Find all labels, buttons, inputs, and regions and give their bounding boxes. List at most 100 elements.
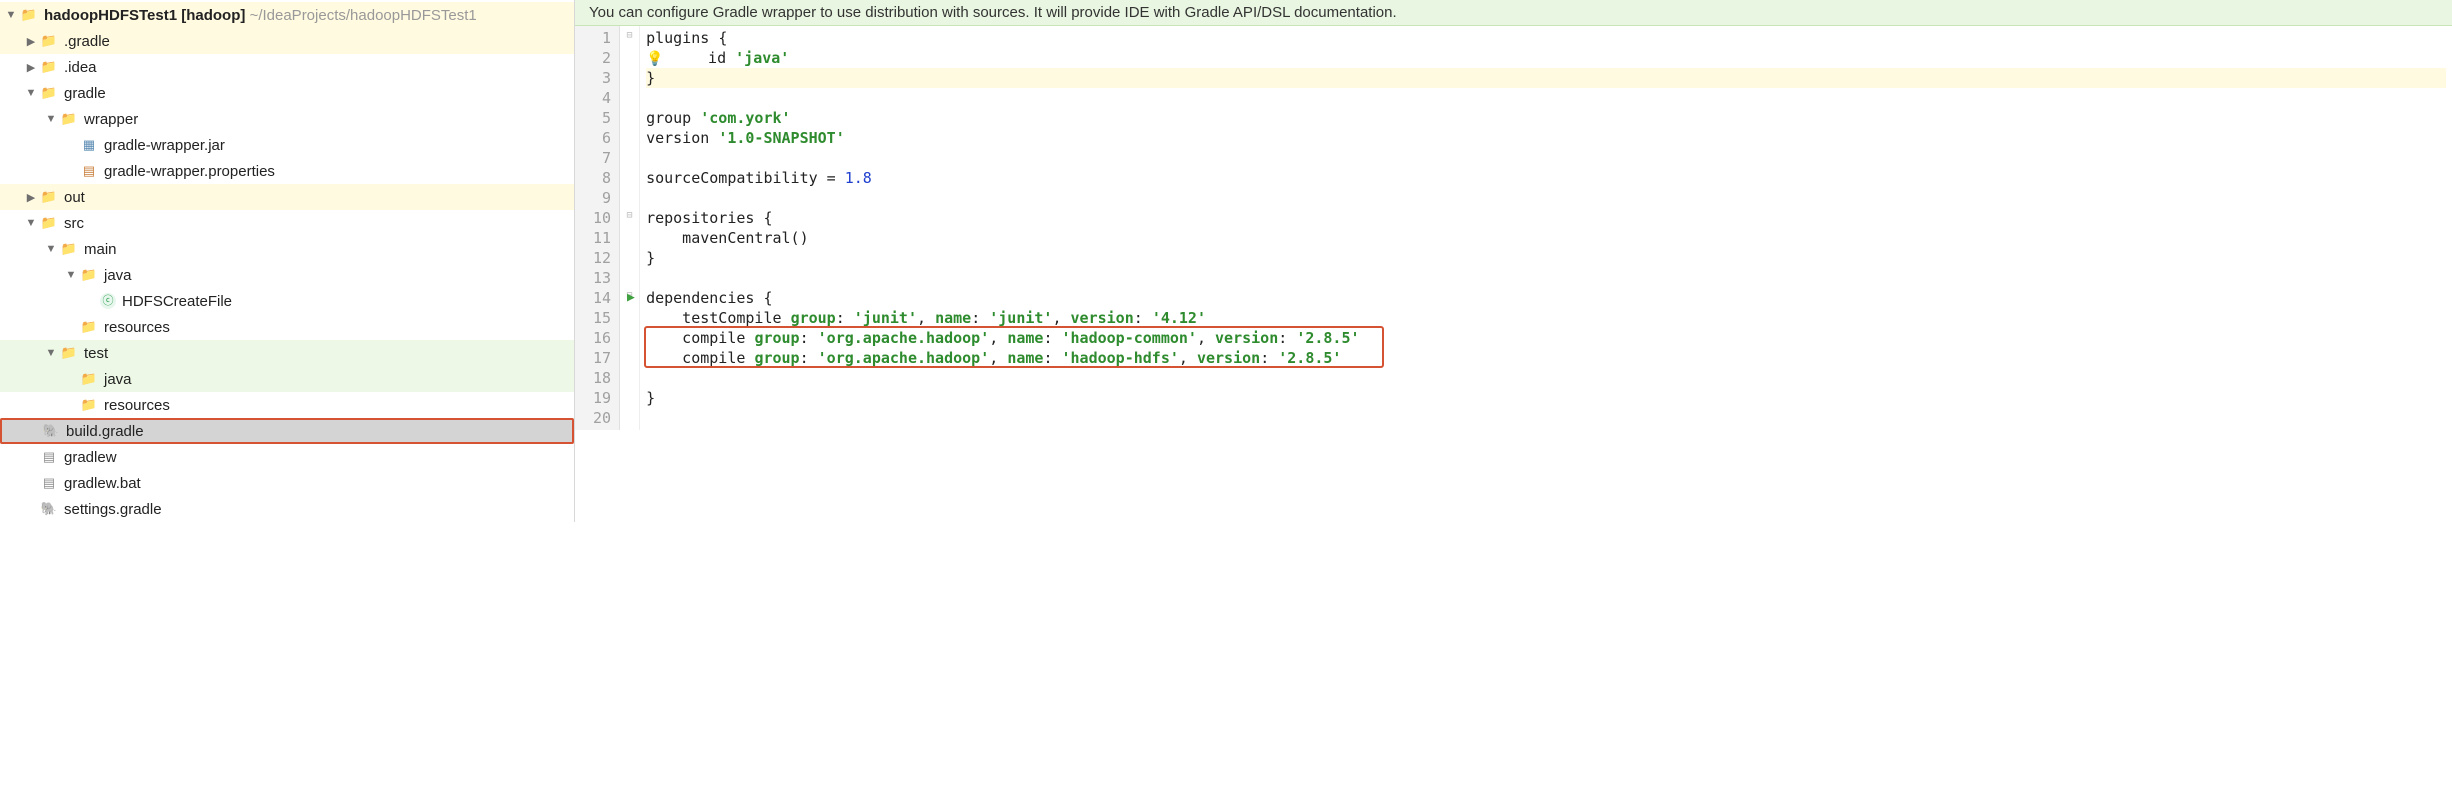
token-plain: }	[646, 69, 655, 87]
chevron-down-icon[interactable]: ▼	[4, 8, 18, 22]
chevron-down-icon[interactable]: ▼	[64, 268, 78, 282]
file-grey-icon: ▤	[40, 474, 58, 492]
tree-label: gradle-wrapper.jar	[104, 137, 225, 154]
code-line[interactable]: }	[646, 68, 2446, 88]
code-line[interactable]	[646, 368, 2446, 388]
code-line[interactable]: plugins {	[646, 28, 2446, 48]
token-plain: ,	[1197, 329, 1215, 347]
code-line[interactable]	[646, 148, 2446, 168]
tree-row-HDFSCreateFile[interactable]: ▶ⓒHDFSCreateFile	[0, 288, 574, 314]
chevron-down-icon[interactable]: ▼	[44, 242, 58, 256]
token-name: group	[754, 349, 799, 367]
folder-grey-icon: 📁	[40, 84, 58, 102]
code-line[interactable]: }	[646, 388, 2446, 408]
line-number: 9	[593, 188, 611, 208]
token-name: group	[754, 329, 799, 347]
code-line[interactable]: mavenCentral()	[646, 228, 2446, 248]
chevron-right-icon[interactable]: ▶	[24, 60, 38, 74]
code-line[interactable]	[646, 88, 2446, 108]
tree-row-resources[interactable]: ▶📁resources	[0, 314, 574, 340]
fold-marker	[620, 406, 639, 426]
code-area[interactable]: 12345678910111213▶14151617181920 ⊟⊟⊟ plu…	[575, 26, 2452, 430]
fold-marker	[620, 46, 639, 66]
tree-row-src[interactable]: ▼📁src	[0, 210, 574, 236]
code-line[interactable]: group 'com.york'	[646, 108, 2446, 128]
tree-row-java[interactable]: ▶📁java	[0, 366, 574, 392]
tree-row-gradlew[interactable]: ▶▤gradlew	[0, 444, 574, 470]
code-line[interactable]	[646, 268, 2446, 288]
code-line[interactable]: 💡 id 'java'	[646, 48, 2446, 68]
line-number: 12	[593, 248, 611, 268]
token-str: 'com.york'	[700, 109, 790, 127]
token-str: 'org.apache.hadoop'	[818, 329, 990, 347]
token-plain: :	[1043, 329, 1061, 347]
token-str: 'org.apache.hadoop'	[818, 349, 990, 367]
tree-label: test	[84, 345, 108, 362]
folder-grey-icon: 📁	[80, 396, 98, 414]
code-line[interactable]: repositories {	[646, 208, 2446, 228]
tree-row-java[interactable]: ▼📁java	[0, 262, 574, 288]
token-plain	[646, 369, 682, 387]
token-plain: sourceCompatibility =	[646, 169, 845, 187]
fold-marker	[620, 146, 639, 166]
code-line[interactable]: sourceCompatibility = 1.8	[646, 168, 2446, 188]
token-plain: ,	[1052, 309, 1070, 327]
code-line[interactable]: testCompile group: 'junit', name: 'junit…	[646, 308, 2446, 328]
code-line[interactable]: compile group: 'org.apache.hadoop', name…	[646, 348, 2446, 368]
line-number: 19	[593, 388, 611, 408]
intention-bulb-icon[interactable]: 💡	[646, 51, 672, 67]
tree-row-.idea[interactable]: ▶📁.idea	[0, 54, 574, 80]
code-line[interactable]: dependencies {	[646, 288, 2446, 308]
tree-row-wrapper[interactable]: ▼📁wrapper	[0, 106, 574, 132]
project-tree[interactable]: ▼📁hadoopHDFSTest1 [hadoop] ~/IdeaProject…	[0, 0, 575, 522]
fold-column[interactable]: ⊟⊟⊟	[620, 26, 640, 430]
code-line[interactable]	[646, 408, 2446, 428]
token-str: 'hadoop-common'	[1062, 329, 1197, 347]
code-line[interactable]: compile group: 'org.apache.hadoop', name…	[646, 328, 2446, 348]
token-name: version	[1071, 309, 1134, 327]
token-str: 'junit'	[989, 309, 1052, 327]
code-body[interactable]: plugins {💡 id 'java'}group 'com.york'ver…	[640, 26, 2452, 430]
tree-row-test[interactable]: ▼📁test	[0, 340, 574, 366]
tree-row-out[interactable]: ▶📁out	[0, 184, 574, 210]
tree-label: java	[104, 267, 132, 284]
tree-label: .gradle	[64, 33, 110, 50]
chevron-right-icon[interactable]: ▶	[24, 190, 38, 204]
line-number: 4	[593, 88, 611, 108]
folder-green-icon: 📁	[80, 370, 98, 388]
tree-row-gradle-wrapper.jar[interactable]: ▶▦gradle-wrapper.jar	[0, 132, 574, 158]
token-str: '1.0-SNAPSHOT'	[718, 129, 844, 147]
run-gutter-icon[interactable]: ▶	[627, 288, 635, 308]
tree-row-gradle[interactable]: ▼📁gradle	[0, 80, 574, 106]
chevron-down-icon[interactable]: ▼	[24, 86, 38, 100]
gradle-banner[interactable]: You can configure Gradle wrapper to use …	[575, 0, 2452, 26]
chevron-down-icon[interactable]: ▼	[44, 346, 58, 360]
token-str: 'junit'	[854, 309, 917, 327]
token-plain: group	[646, 109, 700, 127]
tree-row-main[interactable]: ▼📁main	[0, 236, 574, 262]
code-line[interactable]: }	[646, 248, 2446, 268]
tree-row-.gradle[interactable]: ▶📁 .gradle	[0, 28, 574, 54]
token-name: name	[1007, 329, 1043, 347]
chevron-down-icon[interactable]: ▼	[24, 216, 38, 230]
tree-row-gradle-wrapper.properties[interactable]: ▶▤gradle-wrapper.properties	[0, 158, 574, 184]
token-plain: :	[800, 349, 818, 367]
tree-label: gradlew.bat	[64, 475, 141, 492]
fold-marker	[620, 86, 639, 106]
chevron-down-icon[interactable]: ▼	[44, 112, 58, 126]
file-grey-icon: ▤	[40, 448, 58, 466]
folder-grey-icon: 📁	[80, 318, 98, 336]
chevron-right-icon[interactable]: ▶	[24, 34, 38, 48]
folder-orange-icon: 📁	[40, 32, 58, 50]
fold-marker	[620, 366, 639, 386]
tree-row-build.gradle[interactable]: ▶🐘build.gradle	[0, 418, 574, 444]
tree-row-hadoopHDFSTest1[interactable]: ▼📁hadoopHDFSTest1 [hadoop] ~/IdeaProject…	[0, 2, 574, 28]
tree-row-settings.gradle[interactable]: ▶🐘settings.gradle	[0, 496, 574, 522]
tree-row-resources[interactable]: ▶📁resources	[0, 392, 574, 418]
token-plain: :	[1134, 309, 1152, 327]
fold-marker[interactable]: ⊟	[620, 206, 639, 226]
code-line[interactable]	[646, 188, 2446, 208]
tree-row-gradlew.bat[interactable]: ▶▤gradlew.bat	[0, 470, 574, 496]
fold-marker[interactable]: ⊟	[620, 26, 639, 46]
code-line[interactable]: version '1.0-SNAPSHOT'	[646, 128, 2446, 148]
